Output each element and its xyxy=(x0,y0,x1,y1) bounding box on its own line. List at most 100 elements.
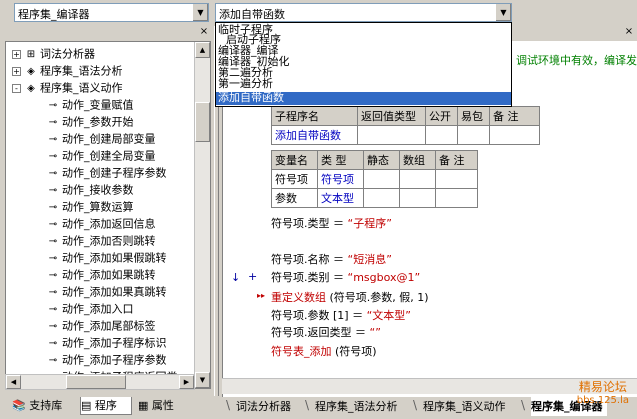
cell[interactable] xyxy=(435,188,478,208)
tree-item[interactable]: ⊸ 动作_添加子程序参数 xyxy=(46,351,167,368)
variable-type-cell[interactable]: 文本型 xyxy=(317,188,364,208)
tree-item[interactable]: ⊸ 动作_创建局部变量 xyxy=(46,130,156,147)
code-line[interactable]: 符号项.类别 ＝ “msgbox@1” xyxy=(271,269,420,285)
chevron-down-icon[interactable]: ▼ xyxy=(192,4,208,21)
tree-item[interactable]: ⊸ 动作_添加如果真跳转 xyxy=(46,283,167,300)
variable-type-cell[interactable]: 符号项 xyxy=(317,169,364,189)
editor-horizontal-scrollbar[interactable] xyxy=(222,378,637,394)
code-line[interactable]: 符号项.类型 ＝ “子程序” xyxy=(271,215,392,231)
tab-support-library[interactable]: 📚 支持库 xyxy=(12,397,74,415)
cell[interactable] xyxy=(457,125,490,145)
code-line[interactable]: 符号项.参数 [1] ＝ “文本型” xyxy=(271,307,411,323)
expand-icon[interactable]: + xyxy=(12,66,21,76)
tree-item-label: 动作_接收参数 xyxy=(62,183,134,197)
method-icon: ⊸ xyxy=(48,168,58,179)
tree-item[interactable]: ⊸ 动作_添加尾部标签 xyxy=(46,317,156,334)
scroll-left-icon[interactable]: ◀ xyxy=(6,375,21,389)
dropdown-item[interactable]: 第一遍分析 xyxy=(218,78,273,89)
tree-item[interactable]: ⊸ 动作_创建全局变量 xyxy=(46,147,156,164)
cell[interactable] xyxy=(399,169,436,189)
tree-item[interactable]: ⊸ 动作_创建子程序参数 xyxy=(46,164,167,181)
tree-item[interactable]: ⊸ 动作_算数运算 xyxy=(46,198,134,215)
tab-lexer[interactable]: 词法分析器 xyxy=(236,397,291,416)
column-header: 静态 xyxy=(363,150,400,170)
cell[interactable] xyxy=(435,169,478,189)
tree-horizontal-scrollbar[interactable]: ◀ ▶ xyxy=(5,374,195,390)
code-line[interactable]: 重定义数组 (符号项.参数, 假, 1) xyxy=(271,289,429,305)
program-tree[interactable]: + ⊞ 词法分析器 + ◈ 程序集_语法分析 - ◈ 程序集_语义动作 ⊸ 动作_变量赋值 ⊸ 动作_参… xyxy=(5,41,211,389)
tree-item[interactable]: ⊸ 动作_添加入口 xyxy=(46,300,134,317)
code-token: 符号项.类别 ＝ xyxy=(271,271,348,284)
code-line[interactable]: 符号项.名称 ＝ “短消息” xyxy=(271,251,392,267)
tree-item-label: 动作_参数开始 xyxy=(62,115,134,129)
dropdown-item-selected[interactable]: 添加自带函数 xyxy=(216,92,511,105)
variable-name-cell[interactable]: 参数 xyxy=(271,188,318,208)
cell[interactable] xyxy=(363,169,400,189)
function-select[interactable]: 添加自带函数 ▼ xyxy=(215,3,512,22)
tab-separator: \ xyxy=(521,398,526,412)
tree-item[interactable]: ⊸ 动作_添加子程序标识 xyxy=(46,334,167,351)
cell[interactable] xyxy=(363,188,400,208)
cell[interactable] xyxy=(357,125,426,145)
module-icon: ◈ xyxy=(27,66,35,77)
tree-item[interactable]: - ◈ 程序集_语义动作 xyxy=(12,79,123,96)
code-token: “子程序” xyxy=(347,217,392,230)
scroll-thumb[interactable] xyxy=(66,375,126,389)
tree-item[interactable]: ⊸ 动作_变量赋值 xyxy=(46,96,134,113)
scroll-right-icon[interactable]: ▶ xyxy=(179,375,194,389)
tab-properties[interactable]: ▦ 属性 xyxy=(138,397,194,415)
code-token: 符号项.类型 ＝ xyxy=(271,217,348,230)
method-icon: ⊸ xyxy=(48,100,58,111)
subroutine-name-cell[interactable]: 添加自带函数 xyxy=(271,125,358,145)
code-line[interactable]: 符号表_添加 (符号项) xyxy=(271,343,377,359)
plus-icon[interactable]: + xyxy=(248,270,257,283)
close-icon[interactable]: × xyxy=(624,27,634,37)
tree-item[interactable]: ⊸ 动作_添加如果跳转 xyxy=(46,266,156,283)
column-header: 数组 xyxy=(399,150,436,170)
method-icon: ⊸ xyxy=(48,355,58,366)
tree-item-label: 动作_添加子程序标识 xyxy=(62,336,167,350)
tree-item[interactable]: ⊸ 动作_参数开始 xyxy=(46,113,134,130)
module-select[interactable]: 程序集_编译器 ▼ xyxy=(14,3,209,22)
variable-name-cell[interactable]: 符号项 xyxy=(271,169,318,189)
watermark-line: 精易论坛 xyxy=(578,380,627,394)
tree-item[interactable]: + ◈ 程序集_语法分析 xyxy=(12,62,123,79)
collapse-icon[interactable]: - xyxy=(12,83,21,93)
code-token: (符号项.参数, 假, 1) xyxy=(326,291,429,304)
tree-item-label: 动作_创建全局变量 xyxy=(62,149,156,163)
variable-table: 变量名 类 型 静态 数组 备 注 符号项 符号项 参数 文本型 xyxy=(271,150,478,208)
tree-item[interactable]: ⊸ 动作_接收参数 xyxy=(46,181,134,198)
scroll-up-icon[interactable]: ▲ xyxy=(195,42,210,58)
scroll-thumb[interactable] xyxy=(195,102,210,142)
close-icon[interactable]: × xyxy=(199,27,209,37)
tree-vertical-scrollbar[interactable]: ▲ ▼ xyxy=(194,42,210,388)
code-line[interactable]: 符号项.返回类型 ＝ “” xyxy=(271,324,381,340)
code-token: “” xyxy=(369,326,381,339)
tree-item-label: 词法分析器 xyxy=(40,47,95,61)
tab-program[interactable]: ▤ 程序 xyxy=(80,397,132,415)
tree-item-label: 程序集_语法分析 xyxy=(40,64,123,78)
method-icon: ⊸ xyxy=(48,185,58,196)
cell[interactable] xyxy=(489,125,540,145)
function-dropdown-list[interactable]: 临时子程序 启动子程序 编译器_编译 编译器_初始化 第二遍分析 第一遍分析 添… xyxy=(215,22,512,107)
program-icon: ▤ xyxy=(81,399,92,412)
column-header: 子程序名 xyxy=(271,106,358,126)
method-icon: ⊸ xyxy=(48,117,58,128)
tree-item[interactable]: + ⊞ 词法分析器 xyxy=(12,45,95,62)
chevron-down-icon[interactable]: ▼ xyxy=(495,4,511,21)
tree-item[interactable]: ⊸ 动作_添加返回信息 xyxy=(46,215,156,232)
cell[interactable] xyxy=(399,188,436,208)
tree-item-label: 程序集_语义动作 xyxy=(40,81,123,95)
expand-icon[interactable]: + xyxy=(12,49,21,59)
tab-semantic[interactable]: 程序集_语义动作 xyxy=(423,397,506,416)
tree-item[interactable]: ⊸ 动作_添加如果假跳转 xyxy=(46,249,167,266)
method-icon: ⊸ xyxy=(48,304,58,315)
tree-item[interactable]: ⊸ 动作_添加否则跳转 xyxy=(46,232,156,249)
tab-syntax[interactable]: 程序集_语法分析 xyxy=(315,397,398,416)
cell[interactable] xyxy=(425,125,458,145)
column-header: 备 注 xyxy=(489,106,540,126)
scroll-down-icon[interactable]: ▼ xyxy=(195,372,210,388)
method-icon: ⊸ xyxy=(48,338,58,349)
code-token: “msgbox@1” xyxy=(347,271,421,284)
class-icon: ⊞ xyxy=(26,49,36,60)
